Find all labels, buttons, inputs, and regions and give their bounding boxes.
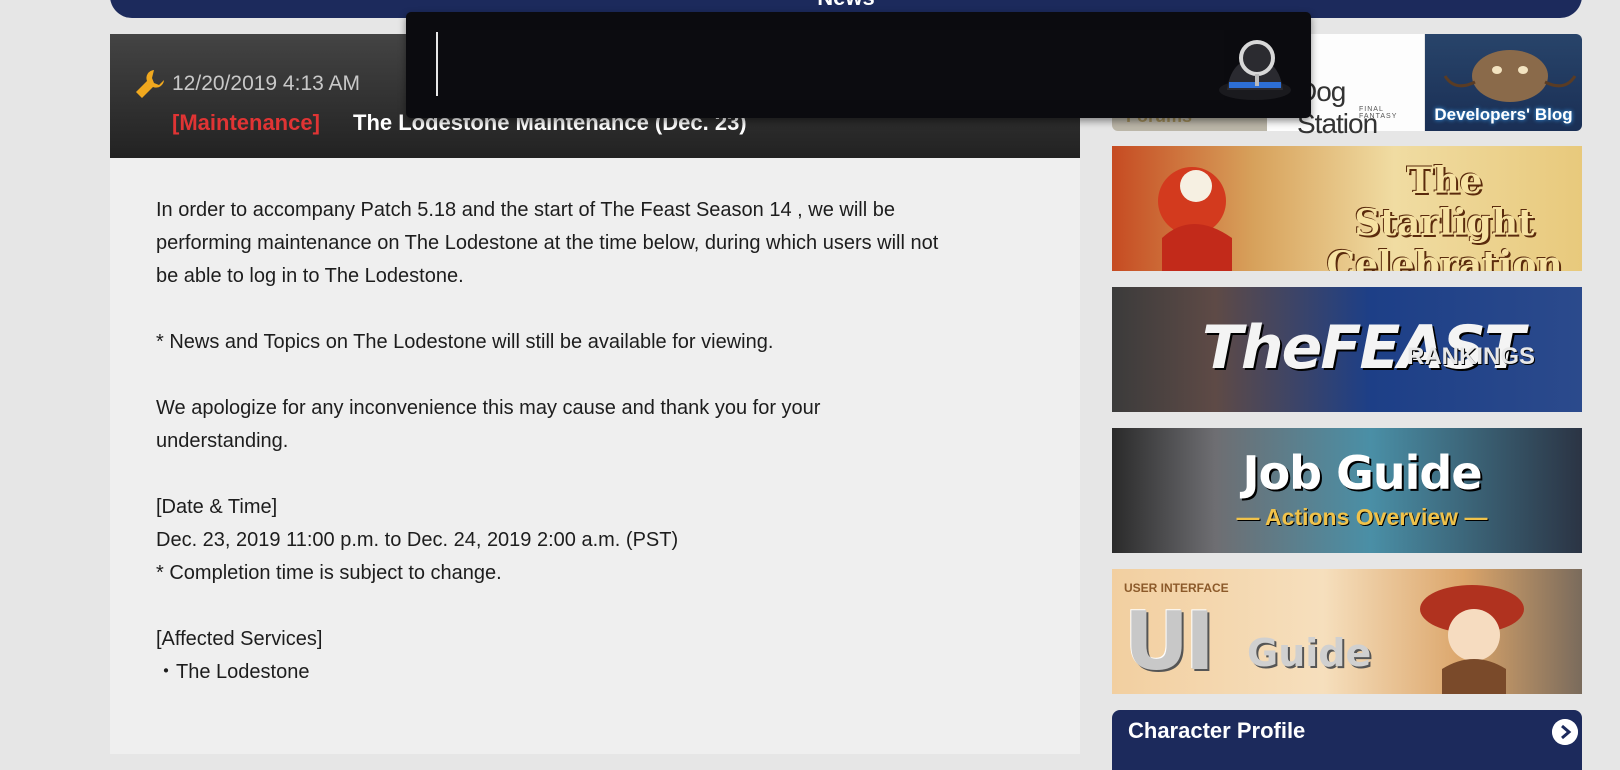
body-line: performing maintenance on The Lodestone … [156, 232, 939, 254]
body-line: We apologize for any inconvenience this … [156, 397, 821, 419]
search-icon[interactable] [1211, 30, 1301, 110]
body-line: Dec. 23, 2019 11:00 p.m. to Dec. 24, 201… [156, 529, 679, 551]
starlight-title: The Starlight Celebration [1312, 160, 1577, 271]
ui-guide-character-art [1420, 585, 1524, 694]
feast-rankings-banner[interactable]: TheFEAST RANKINGS [1112, 287, 1582, 412]
starlight-title-line1: The Starlight [1354, 160, 1535, 244]
starlight-character-art [1158, 167, 1232, 271]
search-overlay [406, 12, 1311, 118]
body-paragraph: We apologize for any inconvenience this … [156, 392, 1036, 458]
post-date: 12/20/2019 4:13 AM [172, 72, 360, 95]
ui-guide-small: Guide [1247, 631, 1372, 675]
starlight-celebration-banner[interactable]: The Starlight Celebration [1112, 146, 1582, 271]
job-guide-title: Job Guide [1242, 446, 1482, 500]
body-paragraph: * News and Topics on The Lodestone will … [156, 326, 1036, 359]
body-paragraph: In order to accompany Patch 5.18 and the… [156, 194, 1036, 293]
starlight-title-line2: Celebration [1326, 244, 1563, 271]
developers-blog-banner[interactable]: Developers' Blog [1425, 34, 1582, 131]
ui-guide-banner[interactable]: USER INTERFACE UI Guide [1112, 569, 1582, 694]
ui-guide-big: UI [1124, 595, 1215, 688]
body-line: be able to log in to The Lodestone. [156, 265, 464, 287]
character-profile-header[interactable]: Character Profile [1112, 710, 1582, 770]
body-line: [Affected Services] [156, 628, 323, 650]
chevron-right-icon[interactable] [1552, 719, 1578, 745]
wrench-icon [136, 70, 164, 98]
news-article: 12/20/2019 4:13 AM [Maintenance] The Lod… [110, 34, 1080, 754]
ui-guide-label: USER INTERFACE [1124, 581, 1229, 595]
lodestation-sub-label: FINAL FANTASY [1359, 106, 1398, 120]
body-line: * Completion time is subject to change. [156, 562, 502, 584]
job-guide-sub-label: — Actions Overview — [1236, 504, 1488, 530]
body-paragraph: [Affected Services] ・The Lodestone [156, 623, 1036, 689]
body-line: ・The Lodestone [156, 661, 310, 683]
news-header-title: News [817, 0, 874, 10]
body-line: In order to accompany Patch 5.18 and the… [156, 199, 895, 221]
character-profile-title: Character Profile [1128, 718, 1306, 743]
body-line: [Date & Time] [156, 496, 278, 518]
developers-blog-label: Developers' Blog [1434, 105, 1573, 124]
body-line: understanding. [156, 430, 289, 452]
body-paragraph: [Date & Time] Dec. 23, 2019 11:00 p.m. t… [156, 491, 1036, 590]
body-line: * News and Topics on The Lodestone will … [156, 331, 774, 353]
text-caret [436, 32, 438, 96]
maintenance-tag[interactable]: [Maintenance] [172, 110, 320, 136]
job-guide-banner[interactable]: Job Guide — Actions Overview — [1112, 428, 1582, 553]
search-input[interactable] [430, 30, 1224, 100]
feast-sub-label: RANKINGS [1407, 343, 1536, 370]
article-body: In order to accompany Patch 5.18 and the… [156, 194, 1036, 722]
